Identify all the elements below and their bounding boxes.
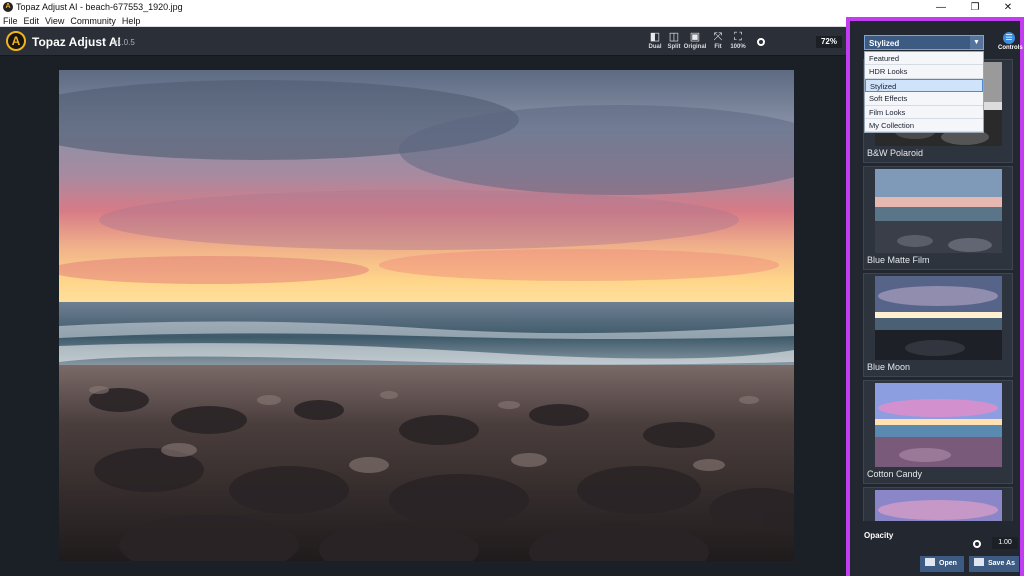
image-icon: ▣ [689, 31, 701, 43]
window-title: Topaz Adjust AI - beach-677553_1920.jpg [16, 2, 183, 12]
menu-view[interactable]: View [42, 15, 67, 27]
look-name: Cotton Candy [867, 469, 923, 479]
menu-help[interactable]: Help [119, 15, 144, 27]
topaz-logo: A [6, 31, 26, 51]
folder-icon [925, 558, 935, 566]
original-view-button[interactable]: ▣ Original [683, 31, 707, 53]
opacity-value-field[interactable]: 1.00 [992, 537, 1018, 549]
category-selected-value: Stylized [869, 39, 900, 48]
next-look-thumbnail-image [875, 490, 1002, 522]
cotton-candy-thumbnail-image [875, 383, 1002, 467]
close-button[interactable]: ✕ [993, 0, 1023, 15]
look-thumbnail [875, 490, 1002, 522]
look-blue-matte-film[interactable]: Blue Matte Film [863, 166, 1013, 270]
look-next[interactable] [863, 487, 1013, 522]
fit-icon: ⤧ [713, 31, 723, 43]
fit-label: Fit [714, 44, 722, 50]
maximize-button[interactable]: ❐ [960, 0, 990, 15]
controls-icon: ☰ [1003, 32, 1015, 44]
category-option-my-collection[interactable]: My Collection [865, 119, 983, 133]
save-icon [974, 558, 984, 566]
menu-file[interactable]: File [0, 15, 21, 27]
category-option-hdr-looks[interactable]: HDR Looks [865, 65, 983, 79]
category-option-featured[interactable]: Featured [865, 52, 983, 66]
category-option-soft-effects[interactable]: Soft Effects [865, 92, 983, 106]
opacity-slider-handle[interactable] [973, 540, 981, 548]
split-view-icon: ◫ [668, 31, 680, 43]
look-blue-moon[interactable]: Blue Moon [863, 273, 1013, 377]
save-as-button[interactable]: Save As [969, 556, 1019, 572]
actual-size-label: 100% [730, 44, 746, 50]
app-header: A Topaz Adjust AI v1.0.5 ◧ Dual ◫ Split … [0, 27, 846, 56]
save-as-label: Save As [988, 560, 1015, 567]
title-bar: A Topaz Adjust AI - beach-677553_1920.jp… [0, 0, 1024, 15]
look-name: Blue Matte Film [867, 255, 930, 265]
app-icon: A [3, 2, 13, 12]
look-name: Blue Moon [867, 362, 911, 372]
look-name: B&W Polaroid [867, 148, 924, 158]
category-option-film-looks[interactable]: Film Looks [865, 106, 983, 119]
controls-label: Controls [998, 45, 1023, 51]
look-thumbnail [875, 383, 1002, 467]
look-thumbnail [875, 276, 1002, 360]
chevron-down-icon: ▼ [970, 36, 983, 49]
actual-size-icon: ⛶ [734, 31, 742, 43]
category-dropdown-menu: Featured HDR Looks Stylized Soft Effects… [864, 51, 984, 134]
category-select[interactable]: Stylized ▼ [864, 35, 984, 50]
zoom-value-field[interactable]: 72% [816, 36, 842, 48]
open-button[interactable]: Open [920, 556, 964, 572]
controls-button[interactable]: ☰ Controls [998, 32, 1023, 54]
actual-size-button[interactable]: ⛶ 100% [727, 31, 749, 53]
blue-matte-thumbnail-image [875, 169, 1002, 253]
open-label: Open [939, 560, 957, 567]
beach-photo-preview[interactable] [59, 70, 794, 561]
zoom-slider-handle[interactable] [757, 38, 765, 46]
opacity-panel: Opacity 1.00 Open Save As [850, 521, 1020, 576]
menu-community[interactable]: Community [67, 15, 119, 27]
beach-photo-image [59, 70, 794, 561]
fit-button[interactable]: ⤧ Fit [707, 31, 729, 53]
original-view-label: Original [683, 44, 707, 50]
blue-moon-thumbnail-image [875, 276, 1002, 360]
split-view-button[interactable]: ◫ Split [663, 31, 685, 53]
menu-edit[interactable]: Edit [21, 15, 43, 27]
look-thumbnail [875, 169, 1002, 253]
category-option-stylized[interactable]: Stylized [865, 78, 983, 93]
app-name: Topaz Adjust AI [32, 35, 121, 49]
look-cotton-candy[interactable]: Cotton Candy [863, 380, 1013, 484]
minimize-button[interactable]: — [926, 0, 956, 15]
opacity-label: Opacity [864, 531, 894, 540]
looks-sidebar: Stylized ▼ ☰ Controls B&W Polaroid Blue … [846, 17, 1024, 576]
app-version: v1.0.5 [113, 38, 135, 47]
split-view-label: Split [667, 44, 681, 50]
